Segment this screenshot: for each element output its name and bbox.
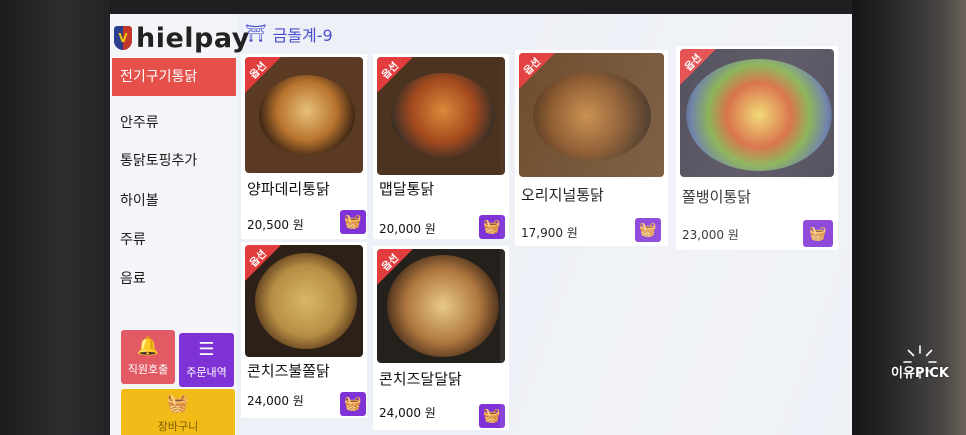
sidebar: V hielpay 전기구기통닭 안주류 통닭토핑추가 하이볼 주류 음료 🔔 … — [110, 14, 249, 435]
menu-card-3[interactable]: 옵션 쫄뱅이통닭 23,000 원 🧺 — [676, 46, 838, 250]
order-history-label: 주문내역 — [186, 366, 227, 379]
receipt-icon: ☰ — [198, 339, 215, 360]
brand-logo: V hielpay — [114, 20, 250, 56]
basket-icon: 🧺 — [483, 408, 501, 424]
add-to-cart-button-2[interactable]: 🧺 — [635, 218, 661, 242]
device-bezel-left — [0, 0, 110, 435]
menu-name-5: 콘치즈달달닭 — [379, 370, 462, 388]
menu-price-1: 20,000 원 — [379, 222, 436, 236]
menu-photo-0: 옵션 — [245, 57, 363, 173]
menu-photo-2: 옵션 — [519, 53, 664, 177]
menu-price-5: 24,000 원 — [379, 406, 436, 420]
add-to-cart-button-4[interactable]: 🧺 — [340, 392, 366, 416]
menu-name-0: 양파데리통닭 — [247, 180, 330, 198]
menu-name-1: 맵달통닭 — [379, 180, 435, 198]
shield-icon: V — [114, 26, 132, 50]
watermark-text: 이유PICK — [891, 366, 949, 381]
menu-card-4[interactable]: 옵션 콘치즈불쫄닭 24,000 원 🧺 — [241, 242, 367, 418]
category-item-5[interactable]: 음료 — [112, 260, 236, 298]
menu-photo-4: 옵션 — [245, 245, 363, 357]
menu-price-0: 20,500 원 — [247, 218, 304, 232]
cart-label: 장바구니 — [157, 420, 199, 433]
menu-card-2[interactable]: 옵션 오리지널통닭 17,900 원 🧺 — [515, 50, 668, 246]
category-item-1[interactable]: 안주류 — [112, 104, 236, 142]
call-staff-button[interactable]: 🔔 직원호출 — [121, 330, 175, 384]
menu-photo-3: 옵션 — [680, 49, 834, 177]
table-icon: ⛩ — [245, 24, 267, 44]
basket-icon: 🧺 — [344, 214, 362, 230]
kiosk-screen: V hielpay 전기구기통닭 안주류 통닭토핑추가 하이볼 주류 음료 🔔 … — [110, 14, 852, 435]
menu-card-0[interactable]: 옵션 양파데리통닭 20,500 원 🧺 — [241, 54, 367, 239]
table-number-text: 금돌계-9 — [272, 26, 333, 45]
menu-price-4: 24,000 원 — [247, 394, 304, 408]
add-to-cart-button-3[interactable]: 🧺 — [803, 220, 833, 247]
menu-price-2: 17,900 원 — [521, 226, 578, 240]
menu-card-1[interactable]: 옵션 맵달통닭 20,000 원 🧺 — [373, 54, 509, 239]
category-item-3[interactable]: 하이볼 — [112, 182, 236, 220]
table-number: ⛩ 금돌계-9 — [245, 20, 333, 48]
basket-icon: 🧺 — [639, 222, 657, 238]
menu-photo-1: 옵션 — [377, 57, 505, 175]
call-staff-label: 직원호출 — [127, 363, 169, 376]
bell-icon: 🔔 — [136, 336, 160, 357]
add-to-cart-button-5[interactable]: 🧺 — [479, 404, 505, 428]
menu-name-2: 오리지널통닭 — [521, 186, 604, 204]
cart-button[interactable]: 🧺 장바구니 — [121, 389, 235, 435]
watermark: 이유PICK — [882, 340, 958, 410]
device-bezel-top — [0, 0, 966, 14]
add-to-cart-button-1[interactable]: 🧺 — [479, 215, 505, 239]
brand-name: hielpay — [136, 22, 250, 54]
add-to-cart-button-0[interactable]: 🧺 — [340, 210, 366, 234]
menu-card-5[interactable]: 옵션 콘치즈달달닭 24,000 원 🧺 — [373, 246, 509, 430]
category-item-4[interactable]: 주류 — [112, 221, 236, 259]
menu-price-3: 23,000 원 — [682, 228, 739, 242]
order-history-button[interactable]: ☰ 주문내역 — [179, 333, 234, 387]
category-item-2[interactable]: 통닭토핑추가 — [112, 142, 236, 180]
menu-name-3: 쫄뱅이통닭 — [682, 188, 752, 206]
menu-photo-5: 옵션 — [377, 249, 505, 363]
basket-icon: 🧺 — [483, 219, 501, 235]
basket-icon: 🧺 — [166, 393, 190, 414]
basket-icon: 🧺 — [344, 396, 362, 412]
category-item-0[interactable]: 전기구기통닭 — [112, 58, 236, 96]
menu-name-4: 콘치즈불쫄닭 — [247, 362, 330, 380]
basket-icon: 🧺 — [809, 225, 827, 242]
